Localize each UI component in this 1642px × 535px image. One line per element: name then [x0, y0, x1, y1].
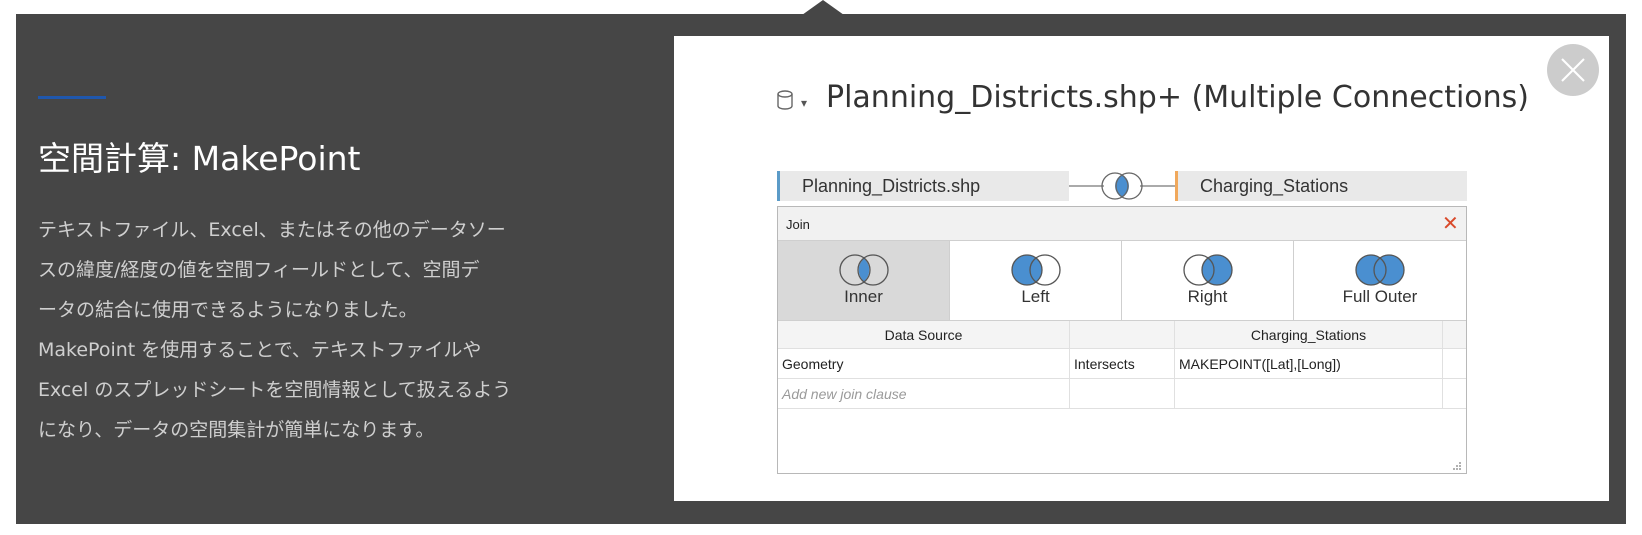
resize-grip-icon[interactable] [1452, 461, 1462, 471]
close-x-icon[interactable]: ✕ [1442, 211, 1459, 236]
clause-operator[interactable]: Intersects [1070, 349, 1175, 378]
accent-line [38, 96, 106, 99]
full-outer-join-button[interactable]: Full Outer [1294, 241, 1466, 321]
right-table-pill[interactable]: Charging_Stations [1175, 171, 1467, 201]
description-line: スの緯度/経度の値を空間フィールドとして、空間デ [38, 259, 480, 281]
datasource-caret-icon[interactable]: ▾ [801, 96, 807, 110]
inner-join-icon [839, 254, 889, 286]
join-type-label: Inner [844, 287, 883, 306]
empty-cell [1070, 379, 1175, 408]
column-header-operator [1070, 321, 1175, 348]
description-line: Excel のスプレッドシートを空間情報として扱えるよう [38, 379, 512, 401]
database-icon [777, 90, 793, 110]
join-type-selector: Inner Left Right Full Outer [778, 241, 1466, 321]
datasource-title[interactable]: Planning_Districts.shp+ (Multiple Connec… [826, 80, 1529, 115]
join-dialog-title: Join [786, 217, 810, 232]
feature-title: 空間計算: MakePoint [38, 139, 361, 178]
clause-left-field[interactable]: Geometry [778, 349, 1070, 378]
description-line: になり、データの空間集計が簡単になります。 [38, 419, 435, 441]
grid-header-row: Data Source Charging_Stations [778, 321, 1466, 349]
full-outer-join-icon [1355, 254, 1405, 286]
column-header-left: Data Source [778, 321, 1070, 348]
inner-join-button[interactable]: Inner [778, 241, 950, 321]
join-dialog: Join ✕ Inner Left Right Full Outer Data … [777, 206, 1467, 474]
join-clause-row[interactable]: Geometry Intersects MAKEPOINT([Lat],[Lon… [778, 349, 1466, 379]
join-connector-icon[interactable] [1069, 169, 1175, 203]
join-type-label: Left [1021, 287, 1050, 306]
left-join-button[interactable]: Left [950, 241, 1122, 321]
description-line: ータの結合に使用できるようになりました。 [38, 299, 418, 321]
feature-panel: 空間計算: MakePoint テキストファイル、Excel、またはその他のデー… [16, 14, 1626, 524]
join-type-label: Right [1187, 287, 1228, 306]
popover-pointer [802, 0, 844, 15]
left-join-icon [1011, 254, 1061, 286]
close-button[interactable] [1547, 44, 1599, 96]
join-dialog-header: Join ✕ [778, 207, 1466, 241]
feature-description: テキストファイル、Excel、またはその他のデータソー スの緯度/経度の値を空間… [38, 210, 518, 450]
right-join-icon [1183, 254, 1233, 286]
description-line: テキストファイル、Excel、またはその他のデータソー [38, 219, 506, 241]
add-clause-row[interactable]: Add new join clause [778, 379, 1466, 409]
description-line: MakePoint を使用することで、テキストファイルや [38, 339, 482, 361]
feature-screenshot: ▾ Planning_Districts.shp+ (Multiple Conn… [674, 36, 1609, 501]
close-icon [1561, 58, 1585, 82]
column-header-right: Charging_Stations [1175, 321, 1443, 348]
join-type-label: Full Outer [1342, 287, 1418, 306]
right-join-button[interactable]: Right [1122, 241, 1294, 321]
empty-cell [1175, 379, 1443, 408]
add-join-clause[interactable]: Add new join clause [778, 379, 1070, 408]
clause-right-field[interactable]: MAKEPOINT([Lat],[Long]) [1175, 349, 1443, 378]
left-table-pill[interactable]: Planning_Districts.shp [777, 171, 1069, 201]
